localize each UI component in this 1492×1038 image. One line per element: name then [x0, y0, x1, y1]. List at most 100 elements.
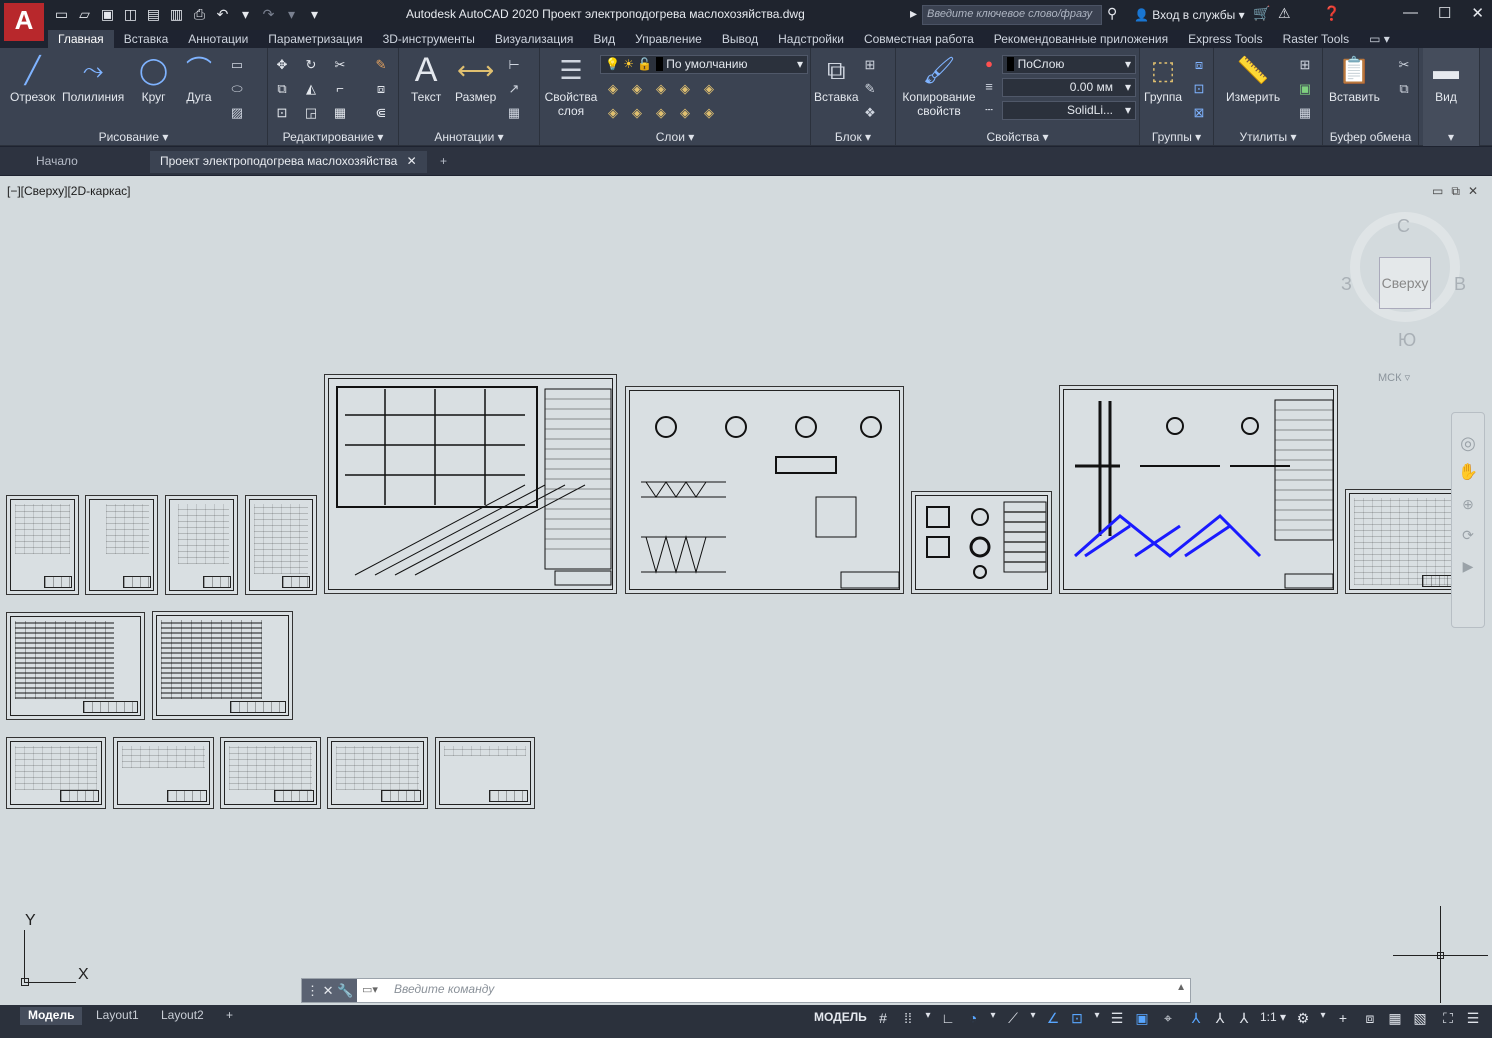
lineweight-icon[interactable]: ≡: [980, 78, 998, 96]
layer-dropdown[interactable]: 💡 ☀ 🔓 ■ По умолчанию ▾: [600, 55, 808, 74]
snap-icon[interactable]: ⁞⁞: [898, 1010, 918, 1026]
command-line[interactable]: ⋮ ✕ 🔧 ▭▾ Введите команду ▲: [301, 978, 1191, 1003]
chevron-down-icon[interactable]: ▾: [1313, 1010, 1333, 1021]
compass-east[interactable]: В: [1454, 274, 1466, 295]
osnap-icon[interactable]: ⊡: [1067, 1010, 1087, 1027]
quick-select-icon[interactable]: ⊞: [1296, 56, 1314, 74]
move-icon[interactable]: ✥: [273, 56, 291, 74]
layer-tool-icon[interactable]: ◈: [604, 80, 622, 98]
signin-button[interactable]: 👤 Вход в службы ▾: [1134, 8, 1245, 22]
drawing-sheet[interactable]: [435, 737, 535, 809]
compass-north[interactable]: С: [1397, 216, 1410, 237]
fillet-icon[interactable]: ⌐: [331, 80, 349, 98]
match-properties-button[interactable]: 🖌 Копирование свойств: [900, 52, 978, 118]
viewport-restore-icon[interactable]: ⧉: [1451, 184, 1460, 199]
command-input[interactable]: Введите команду: [394, 982, 494, 996]
ribbon-tab-7[interactable]: Управление: [625, 30, 712, 48]
close-icon[interactable]: ✕: [1471, 4, 1484, 22]
viewcube-top-face[interactable]: Сверху: [1379, 257, 1431, 309]
polar-tracking-icon[interactable]: ◔: [963, 1010, 983, 1026]
copy-clip-icon[interactable]: ⧉: [1395, 80, 1413, 98]
ribbon-tab-9[interactable]: Надстройки: [768, 30, 854, 48]
export-icon[interactable]: ▥: [167, 5, 186, 24]
isolate-objects-icon[interactable]: ⧈: [1360, 1010, 1380, 1027]
group-button[interactable]: ⬚ Группа: [1144, 52, 1182, 104]
ungroup-icon[interactable]: ⧈: [1190, 56, 1208, 74]
compass-south[interactable]: Ю: [1398, 330, 1416, 351]
layer-tool-icon[interactable]: ◈: [700, 104, 718, 122]
select-all-icon[interactable]: ▣: [1296, 80, 1314, 98]
annotation-visibility-icon[interactable]: ⅄: [1186, 1010, 1206, 1027]
fullscreen-icon[interactable]: ⛶: [1438, 1010, 1458, 1027]
chevron-down-icon[interactable]: ▾: [918, 1010, 938, 1021]
ribbon-tab-12[interactable]: Express Tools: [1178, 30, 1272, 48]
search-expand-icon[interactable]: ▸: [910, 5, 917, 22]
layer-tool-icon[interactable]: ◈: [652, 104, 670, 122]
panel-layers-label[interactable]: Слои ▾: [540, 130, 810, 144]
ribbon-tab-6[interactable]: Вид: [583, 30, 625, 48]
help-icon[interactable]: ❓: [1323, 5, 1340, 22]
chevron-down-icon[interactable]: ▾: [1023, 1010, 1043, 1021]
calculator-icon[interactable]: ▦: [1296, 104, 1314, 122]
ellipse-icon[interactable]: ⬭: [228, 80, 246, 98]
leader-icon[interactable]: ↗: [505, 80, 523, 98]
model-space-toggle[interactable]: МОДЕЛЬ: [814, 1010, 867, 1024]
drawing-sheet[interactable]: [165, 495, 238, 595]
drawing-sheet[interactable]: [6, 612, 145, 720]
scale-icon[interactable]: ◲: [302, 104, 320, 122]
measure-button[interactable]: 📏 Измерить: [1226, 52, 1280, 104]
start-tab[interactable]: Начало: [26, 151, 88, 173]
drawing-sheet[interactable]: [324, 374, 617, 594]
mirror-icon[interactable]: ◭: [302, 80, 320, 98]
line-button[interactable]: ╱ Отрезок: [10, 52, 55, 104]
polyline-button[interactable]: ⤳ Полилиния: [62, 52, 124, 104]
color-wheel-icon[interactable]: ●: [980, 55, 998, 73]
compass-west[interactable]: З: [1341, 274, 1352, 295]
viewport-close-icon[interactable]: ✕: [1468, 184, 1478, 199]
ribbon-tab-4[interactable]: 3D-инструменты: [373, 30, 485, 48]
layer-tool-icon[interactable]: ◈: [676, 80, 694, 98]
layer-tool-icon[interactable]: ◈: [652, 80, 670, 98]
cart-icon[interactable]: 🛒: [1253, 5, 1270, 22]
lineweight-toggle-icon[interactable]: ☰: [1107, 1010, 1127, 1027]
panel-groups-label[interactable]: Группы ▾: [1140, 130, 1213, 144]
layer-tool-icon[interactable]: ◈: [676, 104, 694, 122]
new-icon[interactable]: ▭: [52, 5, 71, 24]
ribbon-tab-extra-icon[interactable]: ▭ ▾: [1359, 30, 1400, 48]
customize-qat-icon[interactable]: ▾: [305, 5, 324, 24]
erase-icon[interactable]: ✎: [372, 56, 390, 74]
linetype-dropdown[interactable]: SolidLi... ▾: [1002, 101, 1136, 120]
binoculars-icon[interactable]: ⚲: [1107, 5, 1117, 22]
lineweight-dropdown[interactable]: 0.00 мм ▾: [1002, 78, 1136, 97]
text-button[interactable]: A Текст: [411, 52, 441, 104]
isodraft-icon[interactable]: ⟋: [1003, 1010, 1023, 1027]
customize-menu-icon[interactable]: ☰: [1463, 1010, 1483, 1027]
drawing-sheet[interactable]: [220, 737, 321, 809]
showmotion-icon[interactable]: ▶: [1452, 558, 1484, 575]
drawing-sheet[interactable]: [6, 495, 79, 595]
new-tab-button[interactable]: +: [430, 151, 457, 173]
ortho-icon[interactable]: ∟: [938, 1010, 958, 1026]
dimlinear-icon[interactable]: ⊢: [505, 56, 523, 74]
minimize-icon[interactable]: —: [1403, 4, 1418, 22]
offset-icon[interactable]: ⋐: [372, 104, 390, 122]
ribbon-tab-8[interactable]: Вывод: [712, 30, 768, 48]
save-as-icon[interactable]: ◫: [121, 5, 140, 24]
chevron-down-icon[interactable]: ▾: [1087, 1010, 1107, 1021]
arc-button[interactable]: ⌒ Дуга: [186, 52, 212, 104]
panel-view-expand[interactable]: ▾: [1423, 130, 1479, 144]
drawing-sheet[interactable]: [113, 737, 214, 809]
panel-modify-label[interactable]: Редактирование ▾: [268, 130, 398, 144]
paste-button[interactable]: 📋 Вставить: [1329, 52, 1380, 104]
transparency-icon[interactable]: ▣: [1132, 1010, 1152, 1027]
table-icon[interactable]: ▦: [505, 104, 523, 122]
steering-wheel-icon[interactable]: ◎: [1452, 433, 1484, 454]
linetype-icon[interactable]: ┄: [980, 101, 998, 119]
redo-dropdown-icon[interactable]: ▾: [282, 5, 301, 24]
save-icon[interactable]: ▣: [98, 5, 117, 24]
group-edit-icon[interactable]: ⊡: [1190, 80, 1208, 98]
drawing-sheet[interactable]: [152, 611, 293, 720]
ribbon-tab-10[interactable]: Совместная работа: [854, 30, 984, 48]
viewport-minimize-icon[interactable]: ▭: [1432, 184, 1443, 199]
undo-dropdown-icon[interactable]: ▾: [236, 5, 255, 24]
